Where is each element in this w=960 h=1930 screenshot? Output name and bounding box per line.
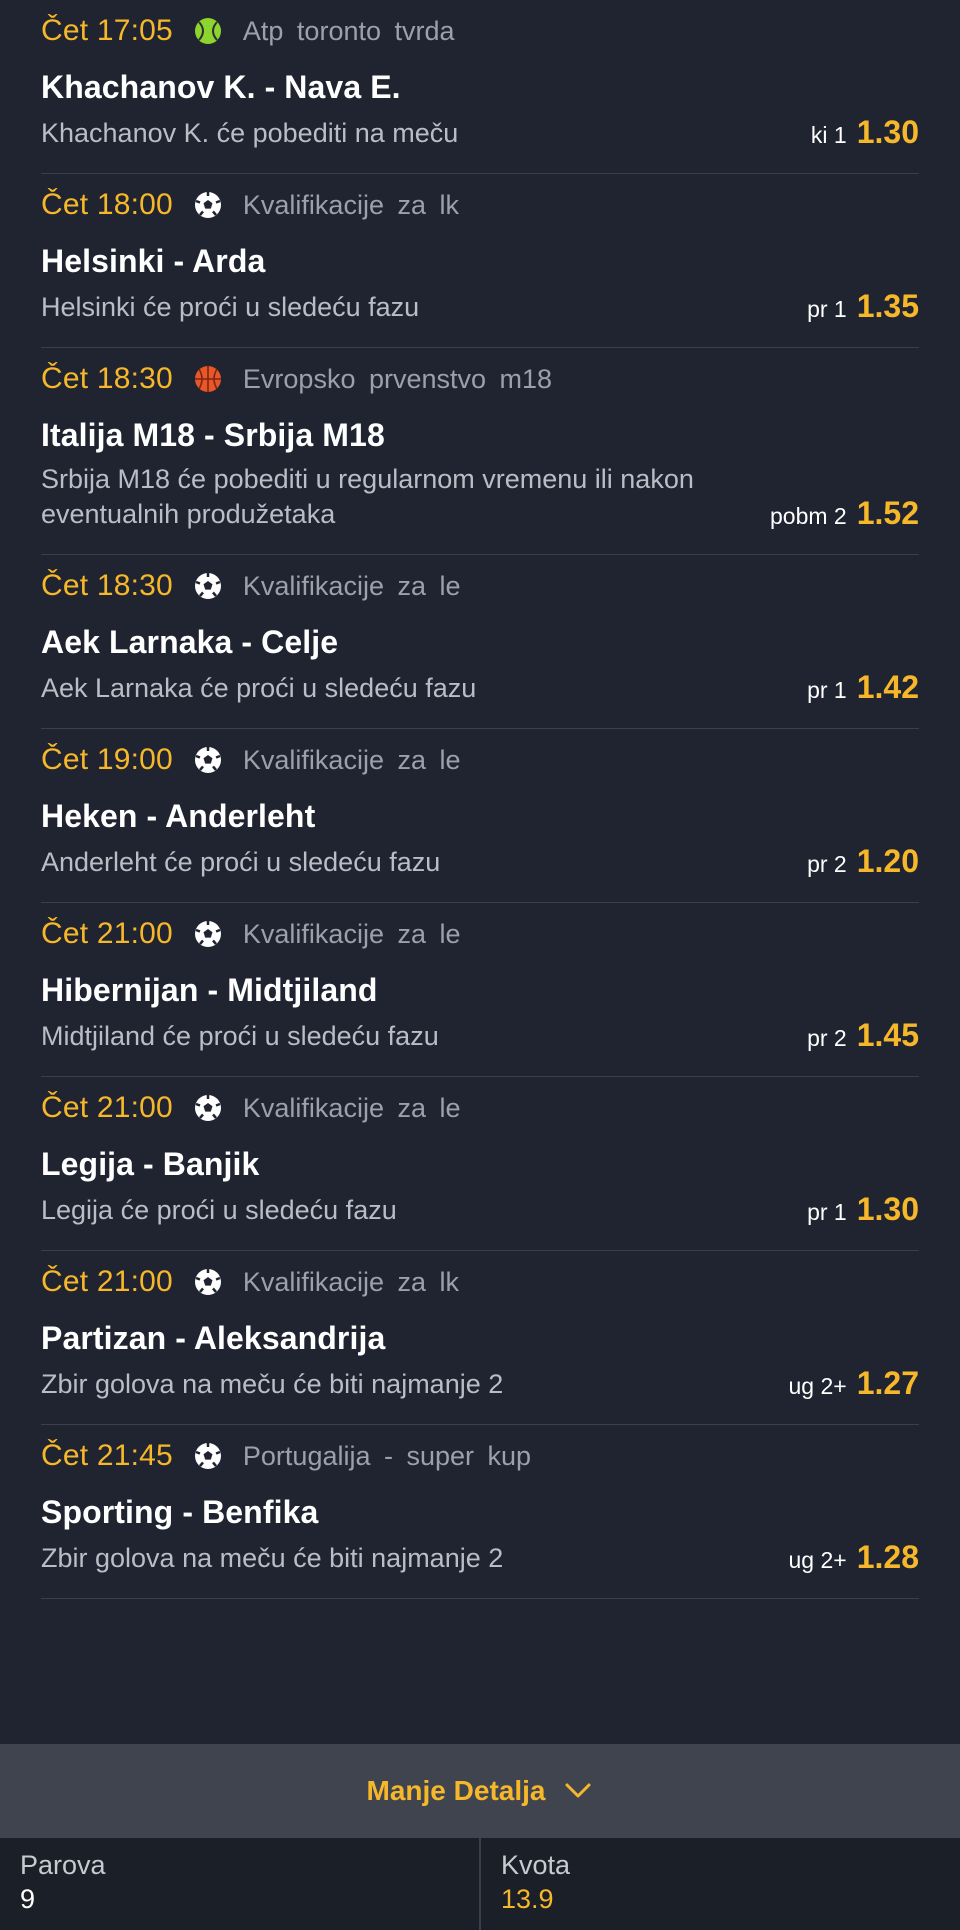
bet-description: Zbir golova na meču će biti najmanje 2	[41, 1369, 504, 1399]
match-teams: Italija M18 - Srbija M18	[41, 417, 385, 453]
match-time: Čet 19:00	[41, 743, 173, 776]
bet-description: Zbir golova na meču će biti najmanje 2	[41, 1543, 504, 1573]
bet-code: pr 1	[807, 296, 847, 322]
match-teams: Sporting - Benfika	[41, 1494, 319, 1530]
basketball-icon	[194, 366, 221, 392]
match-teams: Heken - Anderleht	[41, 798, 316, 834]
less-details-label: Manje Detalja	[366, 1775, 546, 1806]
match-teams: Helsinki - Arda	[41, 243, 266, 279]
bet-code: pr 1	[807, 677, 847, 703]
bet-code: ug 2+	[788, 1373, 847, 1399]
tennis-ball-icon	[194, 18, 221, 44]
match-time: Čet 21:00	[41, 1091, 173, 1124]
bet-code: pr 1	[807, 1199, 847, 1225]
match-item[interactable]: Čet 18:30 Evropsko prvenstvo m18 Italija…	[41, 348, 919, 555]
odd-value: 1.45	[856, 1017, 919, 1053]
bet-description: Helsinki će proći u sledeću fazu	[41, 292, 420, 322]
total-odds-value: 13.9	[501, 1884, 554, 1914]
bet-description: Anderleht će proći u sledeću fazu	[41, 847, 441, 877]
odd-value: 1.20	[856, 843, 919, 879]
match-time: Čet 18:30	[41, 569, 173, 602]
match-item[interactable]: Čet 17:05 Atp toronto tvrda Khachanov K.…	[41, 0, 919, 174]
match-item[interactable]: Čet 21:00 Kvalifikacije za lk Partizan -…	[41, 1251, 919, 1425]
match-item[interactable]: Čet 18:00 Kvalifikacije za lk Helsinki -…	[41, 174, 919, 348]
bet-description: Srbija M18 će pobediti u regularnom vrem…	[41, 464, 694, 529]
bet-code: ug 2+	[788, 1547, 847, 1573]
league-name: Kvalifikacije za le	[242, 1092, 461, 1123]
league-name: Kvalifikacije za le	[242, 918, 461, 949]
match-time: Čet 17:05	[41, 14, 173, 47]
pairs-label: Parova	[20, 1850, 106, 1880]
match-time: Čet 18:30	[41, 362, 173, 395]
match-teams: Partizan - Aleksandrija	[41, 1320, 386, 1356]
soccer-ball-icon	[194, 573, 221, 599]
soccer-ball-icon	[194, 1443, 221, 1469]
soccer-ball-icon	[194, 192, 221, 218]
odd-value: 1.42	[856, 669, 919, 705]
match-teams: Legija - Banjik	[41, 1146, 260, 1182]
ticket-match-list: Čet 17:05 Atp toronto tvrda Khachanov K.…	[0, 0, 960, 1599]
pairs-value: 9	[20, 1884, 36, 1914]
pairs-summary: Parova 9	[0, 1838, 479, 1930]
match-item[interactable]: Čet 19:00 Kvalifikacije za le Heken - An…	[41, 729, 919, 903]
soccer-ball-icon	[194, 747, 221, 773]
match-item[interactable]: Čet 18:30 Kvalifikacije za le Aek Larnak…	[41, 555, 919, 729]
odd-value: 1.52	[856, 495, 919, 531]
match-item[interactable]: Čet 21:00 Kvalifikacije za le Legija - B…	[41, 1077, 919, 1251]
soccer-ball-icon	[194, 1269, 221, 1295]
league-name: Kvalifikacije za lk	[242, 189, 459, 220]
ticket-summary-footer: Parova 9 Kvota 13.9	[0, 1838, 960, 1930]
match-time: Čet 21:00	[41, 917, 173, 950]
league-name: Evropsko prvenstvo m18	[242, 363, 553, 394]
odds-summary: Kvota 13.9	[479, 1838, 960, 1930]
bet-code: pr 2	[807, 851, 847, 877]
less-details-button[interactable]: Manje Detalja	[0, 1744, 960, 1838]
odd-value: 1.30	[856, 114, 919, 150]
bet-description: Aek Larnaka će proći u sledeću fazu	[41, 673, 477, 703]
match-time: Čet 18:00	[41, 188, 173, 221]
bet-description: Legija će proći u sledeću fazu	[41, 1195, 397, 1225]
league-name: Portugalija - super kup	[242, 1440, 532, 1471]
bet-code: ki 1	[810, 122, 847, 148]
bet-code: pobm 2	[770, 503, 847, 529]
league-name: Kvalifikacije za le	[242, 744, 461, 775]
bet-description: Midtjiland će proći u sledeću fazu	[41, 1021, 439, 1051]
bet-code: pr 2	[807, 1025, 847, 1051]
total-odds-label: Kvota	[501, 1850, 571, 1880]
match-teams: Khachanov K. - Nava E.	[41, 69, 401, 105]
match-teams: Hibernijan - Midtjiland	[41, 972, 378, 1008]
league-name: Atp toronto tvrda	[242, 15, 455, 46]
bet-description: Khachanov K. će pobediti na meču	[41, 118, 459, 148]
league-name: Kvalifikacije za lk	[242, 1266, 459, 1297]
match-teams: Aek Larnaka - Celje	[41, 624, 339, 660]
odd-value: 1.30	[856, 1191, 919, 1227]
soccer-ball-icon	[194, 921, 221, 947]
match-item[interactable]: Čet 21:45 Portugalija - super kup Sporti…	[41, 1425, 919, 1599]
match-time: Čet 21:00	[41, 1265, 173, 1298]
odd-value: 1.35	[856, 288, 919, 324]
league-name: Kvalifikacije za le	[242, 570, 461, 601]
match-item[interactable]: Čet 21:00 Kvalifikacije za le Hibernijan…	[41, 903, 919, 1077]
soccer-ball-icon	[194, 1095, 221, 1121]
chevron-down-icon	[565, 1783, 591, 1798]
match-time: Čet 21:45	[41, 1439, 173, 1472]
odd-value: 1.28	[856, 1539, 919, 1575]
odd-value: 1.27	[856, 1365, 919, 1401]
